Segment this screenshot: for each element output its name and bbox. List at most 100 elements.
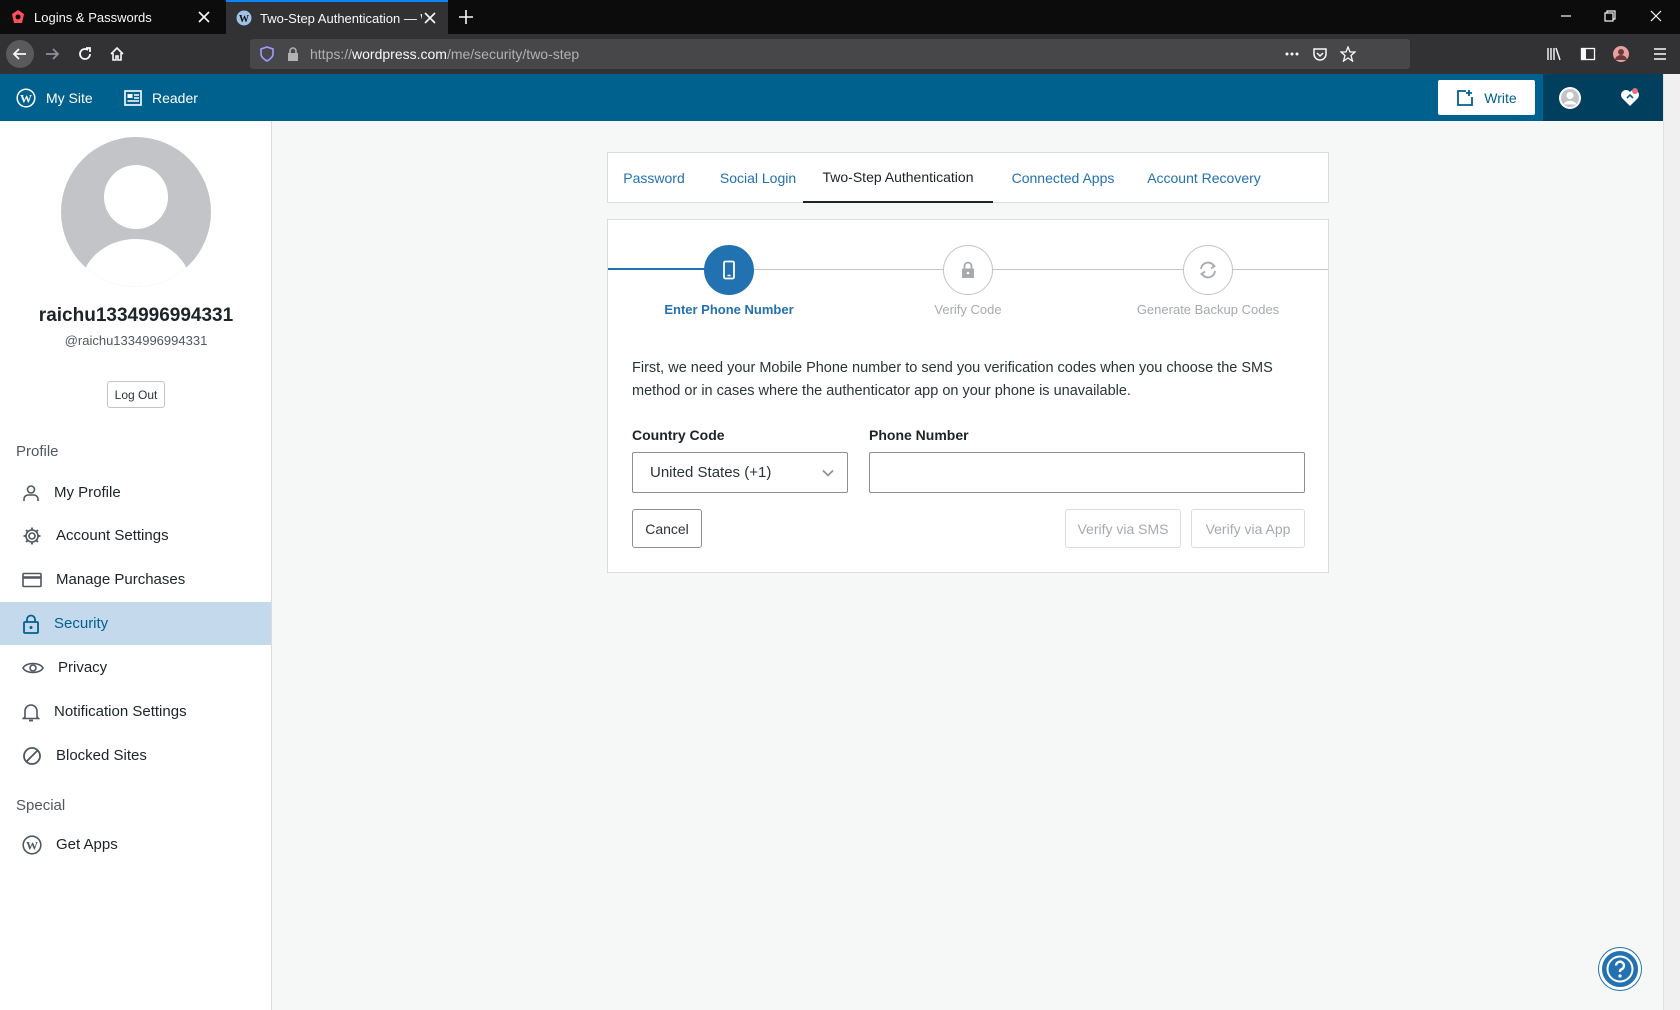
display-name: raichu1334996994331 (38, 305, 234, 326)
cancel-button[interactable]: Cancel (632, 509, 702, 548)
eye-icon (22, 662, 44, 673)
step-verify-code (943, 245, 993, 295)
close-window-icon[interactable] (1648, 8, 1664, 24)
home-icon (110, 46, 124, 61)
sidebar-item-privacy[interactable]: Privacy (0, 646, 271, 689)
sidebar-item-notification-settings[interactable]: Notification Settings (0, 690, 271, 733)
country-code-select[interactable]: United States (+1) (632, 452, 848, 493)
arrow-right-icon (46, 48, 60, 60)
bell-icon (22, 703, 40, 721)
browser-toolbar: https://wordpress.com/me/security/two-st… (0, 34, 1680, 74)
page-scrollbar[interactable] (1663, 74, 1680, 1010)
library-icon[interactable] (1546, 46, 1562, 62)
url-bar[interactable]: https://wordpress.com/me/security/two-st… (250, 39, 1410, 69)
tab-title: Two-Step Authentication — W (260, 10, 422, 26)
sidebar-toggle-icon[interactable] (1580, 46, 1596, 62)
question-mark-icon (1606, 955, 1634, 983)
write-button[interactable]: Write (1438, 80, 1535, 115)
lock-icon (23, 614, 39, 634)
phone-icon (723, 260, 735, 280)
close-tab-icon[interactable] (196, 9, 212, 25)
reload-icon (79, 47, 91, 60)
notifications-button[interactable] (1597, 74, 1663, 121)
person-icon (23, 484, 39, 501)
wordpress-icon: W (236, 10, 252, 26)
sidebar-item-label: Security (54, 615, 109, 632)
sidebar-item-get-apps[interactable]: W Get Apps (0, 823, 271, 866)
me-avatar-button[interactable] (1543, 74, 1597, 121)
tab-account-recovery[interactable]: Account Recovery (1129, 153, 1279, 203)
step-enter-phone (704, 245, 754, 295)
user-handle: @raichu1334996994331 (64, 333, 208, 348)
new-tab-icon[interactable] (456, 7, 476, 27)
shield-icon (260, 46, 274, 62)
default-avatar-icon (81, 165, 191, 287)
wordpress-icon: W (16, 87, 36, 108)
sidebar-item-security[interactable]: Security (0, 602, 271, 645)
close-tab-icon[interactable] (422, 10, 438, 26)
credit-card-icon (22, 572, 42, 587)
tab-password[interactable]: Password (608, 153, 700, 203)
svg-text:W: W (239, 14, 249, 25)
step-label: Verify Code (934, 302, 1002, 317)
profile-heading: Profile (16, 443, 59, 460)
minimize-icon[interactable] (1558, 8, 1574, 24)
bell-heart-icon (1621, 87, 1639, 106)
pocket-icon[interactable] (1312, 46, 1328, 62)
tab-social-login[interactable]: Social Login (708, 153, 808, 203)
gear-icon (23, 527, 41, 544)
forward-button[interactable] (40, 42, 64, 66)
phone-number-input[interactable] (869, 452, 1305, 493)
block-icon (23, 746, 41, 765)
sidebar-item-account-settings[interactable]: Account Settings (0, 514, 271, 557)
reader-link[interactable]: Reader (124, 74, 198, 121)
log-out-button[interactable]: Log Out (107, 381, 165, 408)
tab-connected-apps[interactable]: Connected Apps (997, 153, 1129, 203)
tab-title: Logins & Passwords (34, 9, 152, 25)
sidebar-item-label: Privacy (58, 659, 108, 676)
reload-button[interactable] (73, 42, 97, 66)
avatar-icon (1559, 86, 1581, 109)
lock-icon (962, 261, 974, 278)
home-button[interactable] (105, 42, 129, 66)
reader-label: Reader (152, 89, 198, 106)
two-step-setup-card: Enter Phone Number Verify Code Generate … (607, 219, 1329, 573)
bookmark-star-icon[interactable] (1340, 46, 1356, 62)
progress-line (753, 269, 1328, 270)
page-actions-icon[interactable] (1284, 46, 1300, 62)
write-icon (1457, 89, 1474, 106)
verify-via-sms-button[interactable]: Verify via SMS (1065, 509, 1181, 548)
account-avatar-icon[interactable] (1612, 45, 1630, 63)
tab-two-step-authentication[interactable]: Two-Step Authentication (803, 153, 993, 203)
back-button[interactable] (6, 40, 34, 68)
url-text: https://wordpress.com/me/security/two-st… (310, 46, 580, 62)
sidebar-item-label: Manage Purchases (56, 571, 186, 588)
sidebar-item-manage-purchases[interactable]: Manage Purchases (0, 558, 271, 601)
country-code-value: United States (+1) (650, 464, 772, 481)
browser-tab-logins[interactable]: Logins & Passwords (0, 0, 222, 34)
browser-tab-two-step[interactable]: W Two-Step Authentication — W (226, 0, 448, 34)
my-site-link[interactable]: W My Site (16, 74, 93, 121)
sidebar-item-label: Get Apps (56, 836, 118, 853)
country-code-label: Country Code (632, 427, 725, 443)
padlock-icon (288, 47, 298, 61)
sidebar-item-label: Notification Settings (54, 703, 187, 720)
svg-text:W: W (20, 91, 32, 105)
reader-icon (124, 89, 142, 106)
svg-text:W: W (26, 838, 38, 852)
avatar[interactable] (61, 137, 211, 287)
sidebar-item-my-profile[interactable]: My Profile (0, 471, 271, 514)
firefox-lockwise-icon (12, 10, 24, 23)
security-section-nav: Password Social Login Two-Step Authentic… (607, 152, 1329, 203)
verify-via-app-button[interactable]: Verify via App (1191, 509, 1305, 548)
progress-line-complete (608, 268, 705, 270)
restore-icon[interactable] (1602, 8, 1618, 24)
sidebar-item-label: My Profile (54, 484, 121, 501)
wordpress-icon: W (22, 834, 42, 855)
sidebar-item-blocked-sites[interactable]: Blocked Sites (0, 734, 271, 777)
sidebar-item-label: Blocked Sites (56, 747, 147, 764)
phone-number-label: Phone Number (869, 427, 969, 443)
menu-icon[interactable] (1652, 46, 1668, 62)
intro-text: First, we need your Mobile Phone number … (632, 360, 1273, 399)
help-button[interactable] (1599, 948, 1641, 990)
